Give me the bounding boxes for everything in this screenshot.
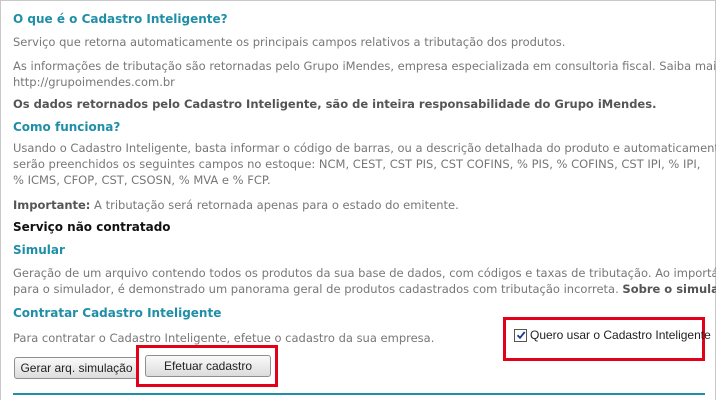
text-service-description: Serviço que retorna automaticamente os p… [13,35,566,49]
use-cadastro-label[interactable]: Quero usar o Cadastro Inteligente [530,328,711,342]
about-simulator-link[interactable]: Sobre o simulador. [622,282,716,296]
checkmark-icon [516,331,525,340]
text-simulate-line-2: para o simulador, é demonstrado um panor… [13,281,716,297]
use-cadastro-checkbox-row[interactable]: Quero usar o Cadastro Inteligente [514,328,711,342]
text-imendes-info: As informações de tributação são retorna… [13,59,716,73]
text-how-line-1: Usando o Cadastro Inteligente, basta inf… [13,141,716,155]
register-button[interactable]: Efetuar cadastro [145,355,271,377]
text-contract-info: Para contratar o Cadastro Inteligente, e… [13,331,435,345]
text-simulate-line-1: Geração de um arquivo contendo todos os … [13,266,716,280]
simulate-text: para o simulador, é demonstrado um panor… [13,282,623,296]
important-label: Importante: [13,198,91,212]
heading-simulate: Simular [13,243,65,257]
text-how-line-3: % ICMS, CFOP, CST, CSOSN, % MVA e % FCP. [13,173,271,187]
text-responsibility-note: Os dados retornados pelo Cadastro Inteli… [13,97,657,111]
use-cadastro-checkbox[interactable] [514,328,527,342]
heading-how-it-works: Como funciona? [13,120,121,134]
link-imendes-site[interactable]: http://grupoimendes.com.br [13,74,175,90]
text-how-line-2: serão preenchidos os seguintes campos no… [13,157,701,171]
generate-simulation-button[interactable]: Gerar arq. simulação [14,357,139,379]
service-status: Serviço não contratado [13,220,171,234]
text-important-note: Importante: A tributação será retornada … [13,197,459,213]
important-text: A tributação será retornada apenas para … [90,198,459,212]
heading-what-is: O que é o Cadastro Inteligente? [13,12,228,26]
heading-contract: Contratar Cadastro Inteligente [13,306,222,320]
bottom-divider [13,393,705,395]
